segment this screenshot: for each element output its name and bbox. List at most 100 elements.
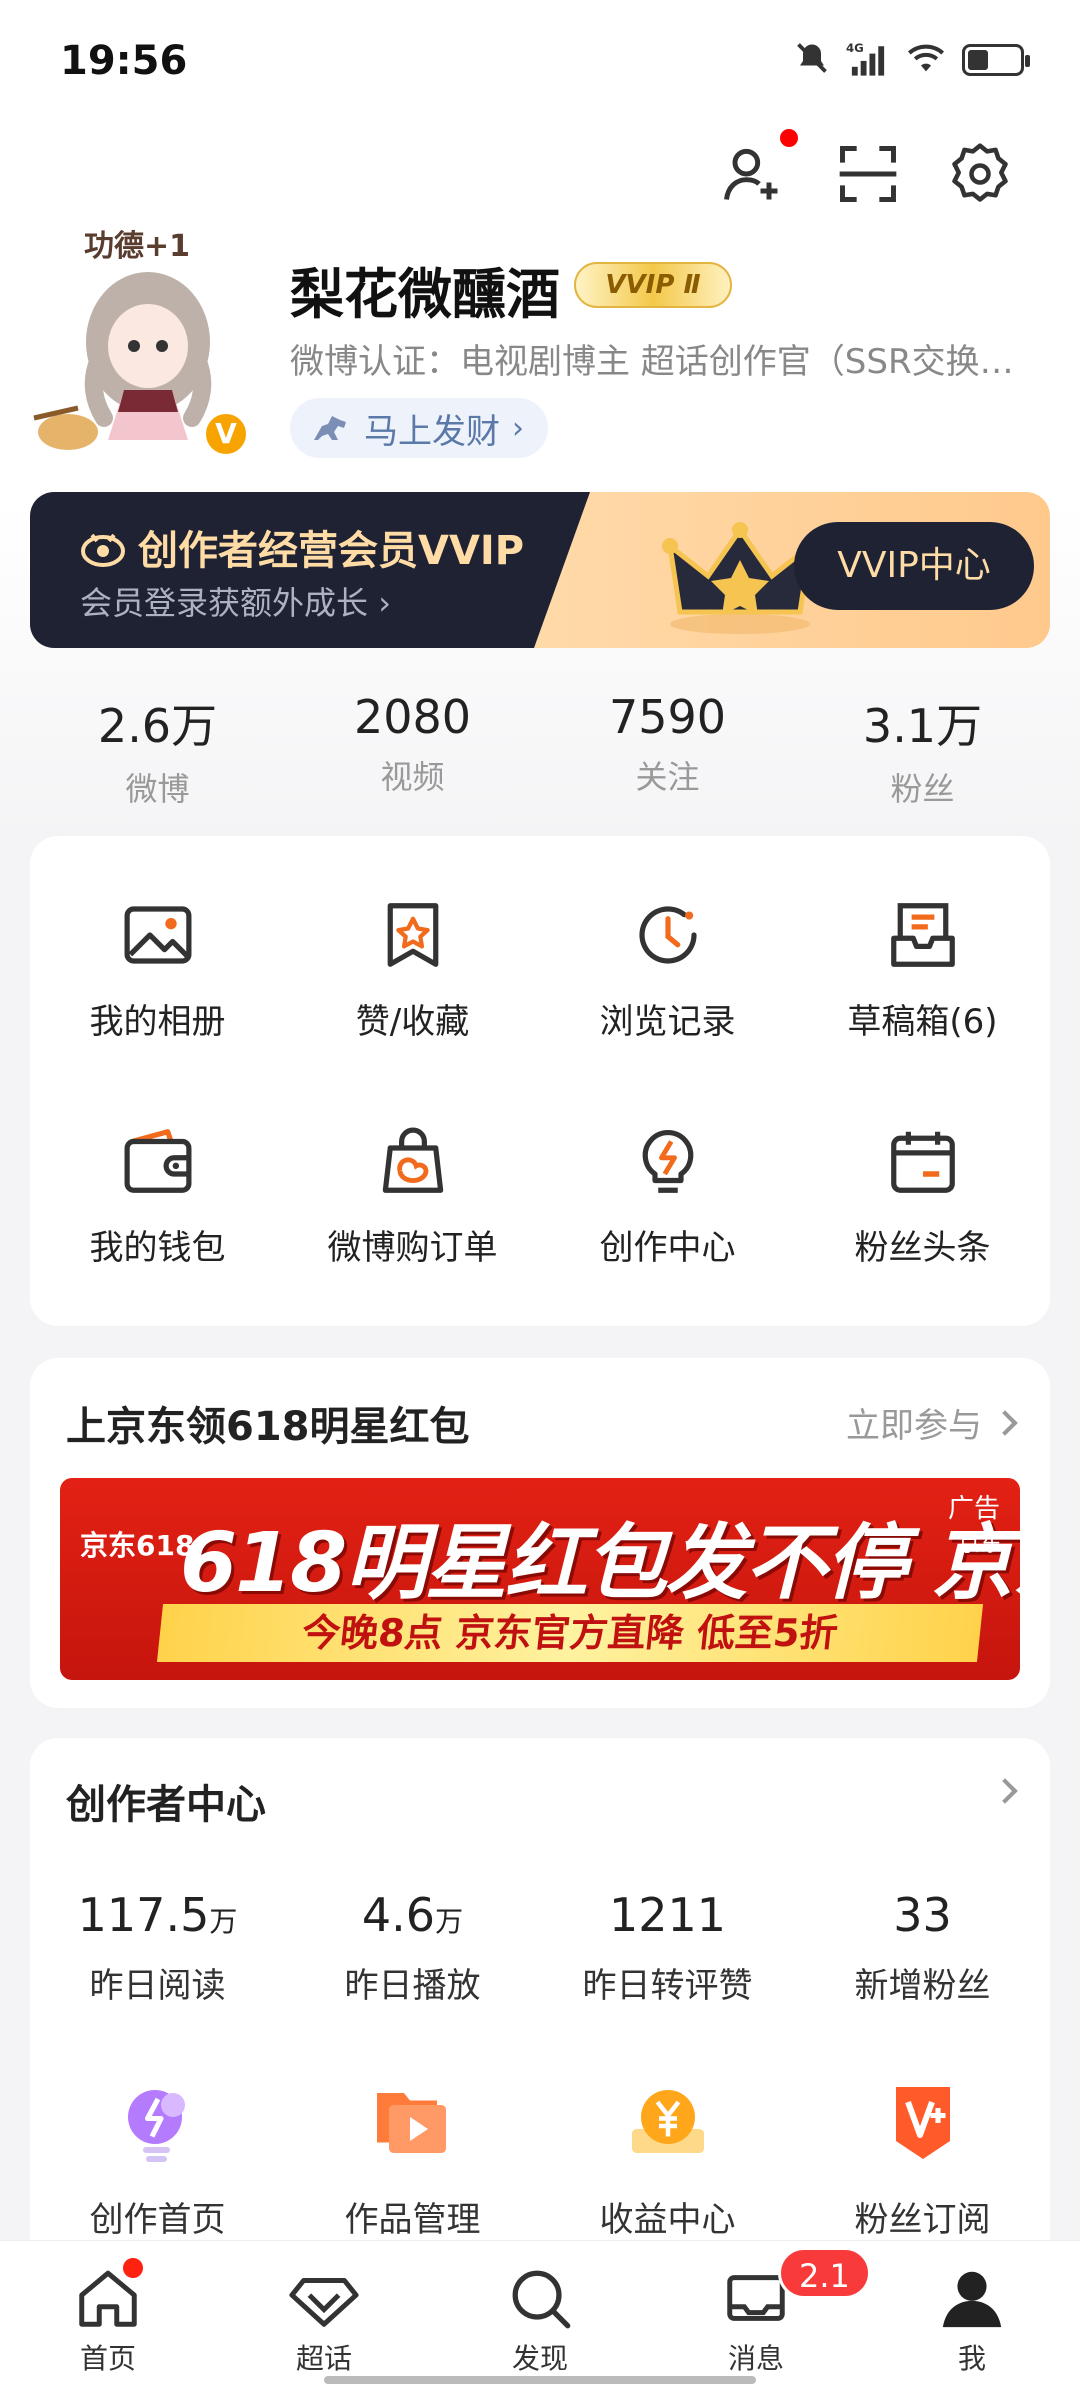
menu-item-creator[interactable]: 创作中心: [540, 1122, 795, 1348]
creator-tool-label: 收益中心: [599, 2200, 736, 2240]
vvip-subtitle-text: 会员登录获额外成长: [80, 584, 369, 622]
status-icons: 4G: [794, 40, 1030, 80]
creator-tool-home[interactable]: 创作首页: [30, 2078, 285, 2241]
stat-label: 视频: [380, 758, 445, 796]
lightbulb-icon: [642, 1130, 693, 1193]
menu-item-album[interactable]: 我的相册: [30, 896, 285, 1122]
history-clock-icon: [638, 906, 697, 964]
nav-label: 首页: [79, 2342, 136, 2375]
vvip-level-badge[interactable]: VVIP Ⅱ: [574, 262, 732, 308]
stat-value: 7590: [608, 690, 727, 744]
menu-item-fan-headlines[interactable]: 粉丝头条: [795, 1122, 1050, 1348]
vvip-title: 创作者经营会员VVIP: [78, 518, 524, 576]
creator-tools: 创作首页 作品管理 收益中心 粉丝订阅: [30, 2078, 1050, 2241]
nav-label: 超话: [295, 2342, 352, 2375]
bottom-nav: 首页 超话 发现 2.1万 消息 我: [0, 2240, 1080, 2392]
profile-stats: 2.6万 微博 2080 视频 7590 关注 3.1万 粉丝: [30, 690, 1050, 810]
menu-label: 创作中心: [599, 1228, 736, 1268]
nav-label: 我: [957, 2342, 986, 2375]
nav-super-topic[interactable]: 超话: [216, 2241, 432, 2392]
creator-stat-value: 117.5: [77, 1888, 210, 1942]
promo-join-label: 立即参与: [846, 1406, 982, 1446]
vvip-center-button[interactable]: VVIP中心: [794, 522, 1034, 610]
profile-icon: [942, 2271, 1002, 2328]
menu-item-wallet[interactable]: 我的钱包: [30, 1122, 285, 1348]
menu-label: 浏览记录: [599, 1002, 736, 1042]
vvip-banner[interactable]: 创作者经营会员VVIP 会员登录获额外成长 › VVIP中心: [30, 492, 1050, 648]
battery-icon: [962, 44, 1030, 76]
menu-label: 赞/收藏: [355, 1002, 470, 1042]
stat-video[interactable]: 2080 视频: [285, 690, 540, 810]
creator-stat-value: 4.6: [361, 1888, 436, 1942]
creator-stat-interactions[interactable]: 1211 昨日转评赞: [540, 1888, 795, 2007]
menu-item-history[interactable]: 浏览记录: [540, 896, 795, 1122]
network-type: 4G: [846, 41, 864, 55]
chevron-right-icon: ›: [512, 410, 524, 446]
jd-strip: 今晚8点 京东官方直降 低至5折: [156, 1604, 984, 1662]
search-icon: [512, 2270, 571, 2329]
creator-tool-subscriptions[interactable]: 粉丝订阅: [795, 2078, 1050, 2241]
creator-stat-label: 昨日播放: [344, 1966, 481, 2006]
promo-card: 上京东领618明星红包 立即参与 京东618 618明星红包发不停 京东更便宜 …: [30, 1358, 1050, 1708]
calendar-icon: [890, 1131, 955, 1193]
wallet-icon: [124, 1129, 191, 1193]
menu-label: 我的钱包: [89, 1228, 226, 1268]
creator-stat-label: 昨日阅读: [89, 1966, 226, 2006]
chevron-right-icon: [992, 1409, 1018, 1436]
creator-tool-label: 作品管理: [344, 2200, 481, 2240]
avatar-caption: 功德+1: [84, 229, 190, 264]
stat-followers[interactable]: 3.1万 粉丝: [795, 690, 1050, 810]
stat-value: 2.6万: [97, 699, 218, 753]
settings-gear-icon[interactable]: [946, 140, 1014, 208]
nav-messages[interactable]: 2.1万 消息: [648, 2241, 871, 2392]
creator-stat-value: 1211: [608, 1888, 727, 1942]
diamond-icon: [289, 2278, 359, 2327]
creator-tool-label: 粉丝订阅: [854, 2200, 991, 2240]
promo-title: 上京东领618明星红包: [66, 1404, 470, 1450]
creator-tool-earnings[interactable]: 收益中心: [540, 2078, 795, 2241]
cellular-signal-icon: 4G: [846, 40, 890, 80]
horse-icon: [314, 416, 346, 440]
verification-text[interactable]: 微博认证：电视剧博主 超话创作官（SSR交换…: [290, 334, 1042, 383]
nav-home[interactable]: 首页: [0, 2241, 216, 2392]
jd-logo: 京东618: [80, 1529, 195, 1562]
vvip-logo-icon: [81, 533, 125, 567]
creator-stat-label: 昨日转评赞: [582, 1966, 753, 2006]
menu-label: 草稿箱(6): [847, 1002, 998, 1042]
shopping-bag-icon: [382, 1127, 443, 1193]
creator-center-title: 创作者中心: [66, 1782, 266, 1828]
creator-bulb-icon: [127, 2090, 185, 2162]
promo-join-link[interactable]: 立即参与: [846, 1398, 1018, 1447]
ad-label: 广告: [947, 1494, 1000, 1524]
home-indicator[interactable]: [324, 2376, 756, 2384]
fortune-label: 马上发财: [364, 411, 500, 452]
jd-headline: 618明星红包发不停 京东更便宜: [180, 1516, 1020, 1611]
creator-tool-works[interactable]: 作品管理: [285, 2078, 540, 2241]
stat-following[interactable]: 7590 关注: [540, 690, 795, 810]
menu-item-drafts[interactable]: 草稿箱(6): [795, 896, 1050, 1122]
add-friend-icon[interactable]: [718, 140, 786, 208]
jd-brand: 京东: [957, 1532, 1002, 1557]
scan-icon[interactable]: [834, 140, 902, 208]
creator-center-card: 创作者中心 117.5万 昨日阅读 4.6万 昨日播放 1211 昨日转评赞 3…: [30, 1738, 1050, 2298]
nav-me[interactable]: 我: [864, 2241, 1080, 2392]
home-notification-dot: [120, 2255, 146, 2281]
jd-promo-banner[interactable]: 京东618 618明星红包发不停 京东更便宜 今晚8点 京东官方直降 低至5折 …: [60, 1478, 1020, 1680]
menu-label: 我的相册: [89, 1002, 226, 1042]
status-bar: 19:56 4G: [0, 0, 1080, 120]
fortune-button[interactable]: 马上发财 ›: [290, 398, 548, 458]
wifi-icon: [906, 41, 946, 79]
creator-stat-unit: 万: [435, 1905, 464, 1938]
nav-discover[interactable]: 发现: [432, 2241, 648, 2392]
creator-stat-reads[interactable]: 117.5万 昨日阅读: [30, 1888, 285, 2007]
creator-center-link[interactable]: [992, 1778, 1018, 1804]
menu-label: 粉丝头条: [854, 1228, 991, 1268]
creator-stat-new-fans[interactable]: 33 新增粉丝: [795, 1888, 1050, 2007]
menu-item-orders[interactable]: 微博购订单: [285, 1122, 540, 1348]
menu-item-favorites[interactable]: 赞/收藏: [285, 896, 540, 1122]
menu-label: 微博购订单: [327, 1228, 498, 1268]
feature-menu-card: 我的相册 赞/收藏 浏览记录 草稿箱(6) 我的钱包 微博购订单 创作中心 粉丝…: [30, 836, 1050, 1326]
stat-weibo[interactable]: 2.6万 微博: [30, 690, 285, 810]
chevron-right-icon: [992, 1778, 1018, 1804]
creator-stat-plays[interactable]: 4.6万 昨日播放: [285, 1888, 540, 2007]
